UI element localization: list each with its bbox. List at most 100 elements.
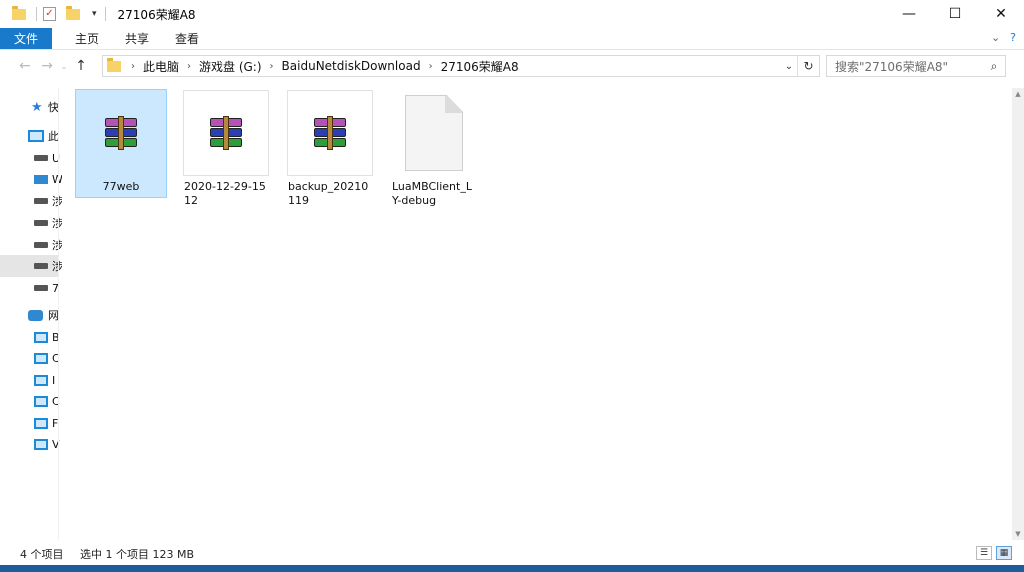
nav-item-computer-i[interactable]: I	[0, 369, 58, 391]
status-bar: 4 个项目 选中 1 个项目 123 MB ☰ ▦	[0, 543, 1024, 565]
file-item-luambclient-ly-debug[interactable]: LuaMBClient_LY-debug	[388, 90, 480, 208]
chevron-right-icon[interactable]: ›	[127, 61, 139, 72]
maximize-button[interactable]: ☐	[932, 0, 978, 28]
nav-item-drive-1[interactable]: 涉	[0, 190, 62, 212]
nav-item-this-pc[interactable]: 此	[0, 125, 58, 147]
file-item-backup-20210119[interactable]: backup_20210119	[284, 90, 376, 208]
chevron-right-icon[interactable]: ›	[425, 61, 437, 72]
folder-icon	[12, 5, 26, 20]
breadcrumb-current-folder[interactable]: 27106荣耀A8	[437, 58, 523, 75]
nav-item-drive-2[interactable]: 涉	[0, 212, 62, 234]
nav-item-drive-7[interactable]: 7	[0, 277, 59, 299]
new-folder-icon[interactable]	[66, 5, 80, 20]
breadcrumb-this-pc[interactable]: 此电脑	[139, 58, 183, 75]
nav-item-computer-v[interactable]: V	[0, 433, 60, 455]
forward-arrow-icon[interactable]: →	[36, 55, 58, 77]
scroll-up-icon[interactable]: ▲	[1012, 88, 1024, 100]
network-icon	[28, 309, 43, 321]
file-name: 77web	[102, 180, 140, 193]
ribbon-tabs: 文件 主页 共享 查看 ⌄ ?	[0, 28, 1024, 50]
nav-item-computer-c2[interactable]: C	[0, 390, 60, 412]
address-history-chevron-icon[interactable]: ⌄	[781, 56, 797, 76]
title-divider	[104, 7, 106, 21]
customize-toolbar-chevron-icon[interactable]: ▾	[92, 9, 97, 19]
close-button[interactable]: ✕	[978, 0, 1024, 28]
nav-item-drive-w[interactable]: W	[0, 168, 62, 190]
file-thumbnail	[391, 90, 477, 176]
tab-home[interactable]: 主页	[62, 28, 112, 49]
nav-item-network[interactable]: 网	[0, 304, 58, 326]
chevron-right-icon[interactable]: ›	[183, 61, 195, 72]
drive-icon	[34, 263, 48, 269]
taskbar-edge	[0, 565, 1024, 572]
nav-item-drive-3[interactable]: 涉	[0, 234, 62, 256]
address-bar[interactable]: › 此电脑 › 游戏盘 (G:) › BaiduNetdiskDownload …	[102, 55, 820, 77]
nav-item-drive-u[interactable]: U	[0, 147, 60, 169]
chevron-right-icon[interactable]: ›	[266, 61, 278, 72]
file-list[interactable]: 77web 2020-12-29-1512 backup_20210119 Lu…	[60, 88, 1010, 540]
toolbar-divider	[36, 7, 37, 21]
title-bar: ✓ ▾ 27106荣耀A8 — ☐ ✕	[0, 0, 1024, 28]
nav-item-computer-c1[interactable]: C	[0, 347, 60, 369]
item-count: 4 个项目	[20, 548, 64, 561]
ribbon-right-controls: ⌄ ?	[991, 31, 1016, 44]
nav-item-quick-access[interactable]: ★ 快	[0, 96, 58, 118]
star-icon: ★	[31, 99, 43, 115]
nav-item-computer-b[interactable]: B	[0, 326, 60, 348]
tab-file[interactable]: 文件	[0, 28, 53, 49]
winrar-archive-icon	[208, 116, 244, 150]
search-input[interactable]: 搜索"27106荣耀A8"	[827, 58, 983, 75]
file-thumbnail	[78, 90, 164, 176]
computer-icon	[34, 374, 48, 386]
details-view-icon[interactable]: ☰	[976, 546, 992, 560]
file-name: LuaMBClient_LY-debug	[392, 180, 472, 207]
file-name: backup_20210119	[288, 180, 369, 207]
search-icon[interactable]: ⌕	[983, 56, 1005, 76]
computer-icon	[34, 438, 48, 450]
file-item-2020-12-29-1512[interactable]: 2020-12-29-1512	[180, 90, 272, 208]
folder-icon	[107, 57, 121, 72]
expand-ribbon-chevron-icon[interactable]: ⌄	[991, 31, 1000, 44]
generic-file-icon	[405, 95, 463, 171]
breadcrumb-game-drive[interactable]: 游戏盘 (G:)	[195, 58, 266, 75]
nav-item-computer-f[interactable]: F	[0, 412, 58, 434]
winrar-archive-icon	[312, 116, 348, 150]
drive-icon	[34, 220, 48, 226]
large-icons-view-icon[interactable]: ▦	[996, 546, 1012, 560]
refresh-icon[interactable]: ↻	[797, 56, 819, 76]
tab-share[interactable]: 共享	[112, 28, 162, 49]
pc-icon	[28, 130, 44, 142]
pane-divider[interactable]	[58, 88, 59, 540]
nav-item-label: 快	[48, 101, 58, 114]
drive-icon	[34, 242, 48, 248]
tab-view[interactable]: 查看	[162, 28, 212, 49]
back-arrow-icon[interactable]: ←	[14, 55, 36, 77]
help-icon[interactable]: ?	[1010, 31, 1016, 44]
nav-item-drive-game[interactable]: 涉	[0, 255, 62, 277]
vertical-scrollbar[interactable]: ▲ ▼	[1012, 88, 1024, 540]
nav-item-label: 此	[48, 130, 58, 143]
window-title: 27106荣耀A8	[117, 7, 196, 22]
navigation-pane: ★ 快 此 U W 涉 涉 涉 涉 7 网 B C I C F V	[0, 88, 62, 540]
computer-icon	[34, 417, 48, 429]
quick-access-toolbar: ✓ ▾	[0, 0, 97, 28]
file-thumbnail	[287, 90, 373, 176]
up-arrow-icon[interactable]: ↑	[70, 55, 92, 77]
minimize-button[interactable]: —	[886, 0, 932, 28]
recent-locations-chevron-icon[interactable]: ⌄	[58, 55, 70, 77]
computer-icon	[34, 395, 48, 407]
properties-icon[interactable]: ✓	[43, 7, 56, 21]
drive-icon	[34, 155, 48, 161]
drive-icon	[34, 198, 48, 204]
computer-icon	[34, 331, 48, 343]
file-item-77web[interactable]: 77web	[75, 89, 167, 198]
drive-icon	[34, 285, 48, 291]
search-box[interactable]: 搜索"27106荣耀A8" ⌕	[826, 55, 1006, 77]
file-name: 2020-12-29-1512	[184, 180, 266, 207]
window-controls: — ☐ ✕	[886, 0, 1024, 28]
selection-info: 选中 1 个项目 123 MB	[80, 548, 195, 561]
breadcrumb-baidunetdiskdownload[interactable]: BaiduNetdiskDownload	[278, 59, 425, 73]
scroll-down-icon[interactable]: ▼	[1012, 528, 1024, 540]
file-thumbnail	[183, 90, 269, 176]
nav-item-label: 网	[48, 309, 58, 322]
